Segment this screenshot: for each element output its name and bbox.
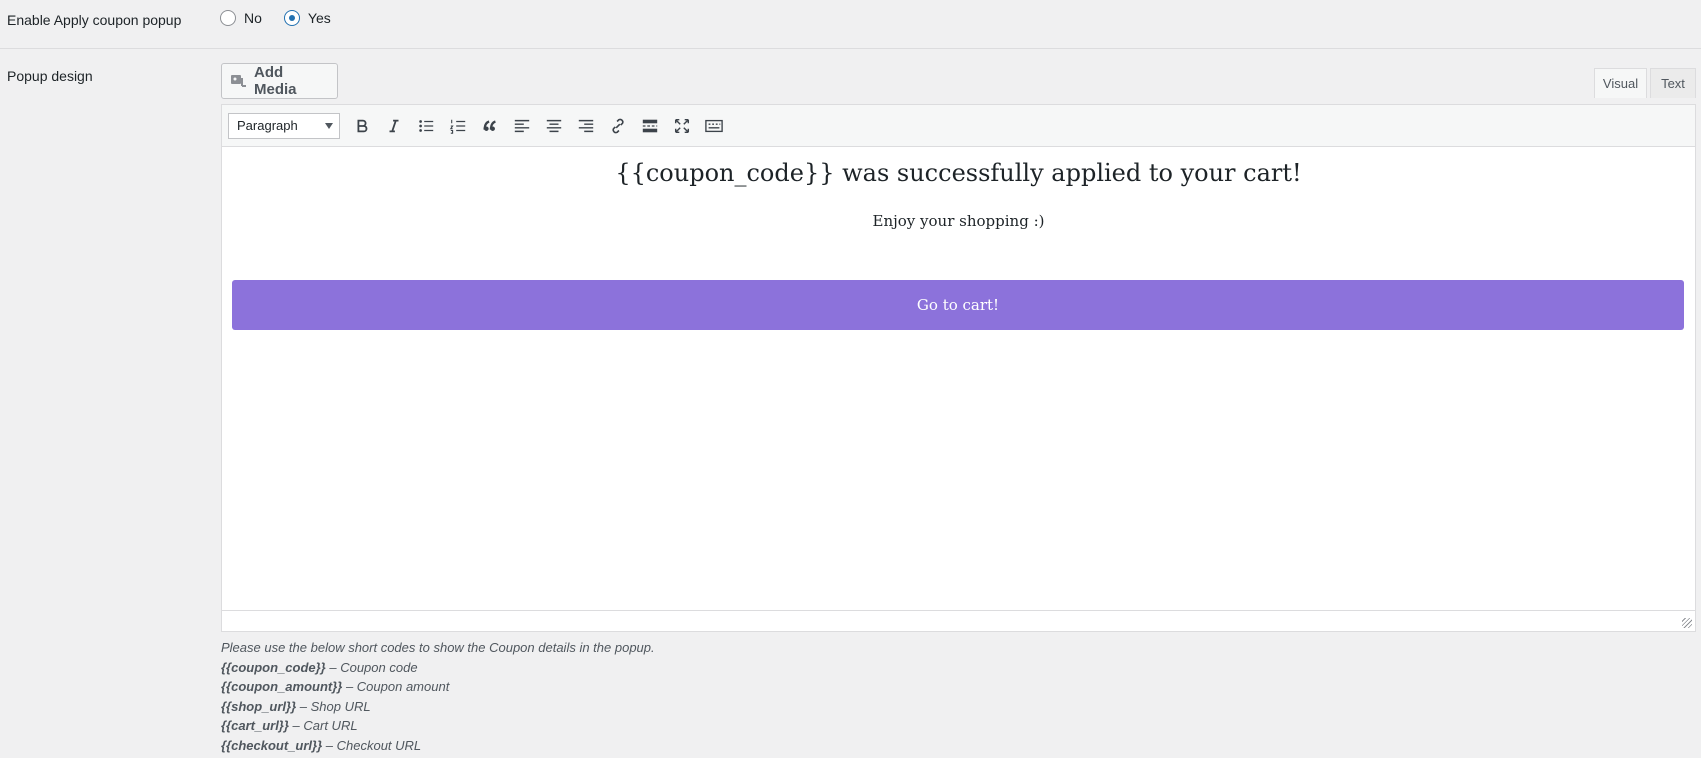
shortcode-desc: – Shop URL bbox=[296, 698, 371, 714]
italic-icon[interactable] bbox=[378, 111, 410, 141]
radio-yes-label: Yes bbox=[307, 10, 331, 26]
numbered-list-icon[interactable] bbox=[442, 111, 474, 141]
read-more-icon[interactable] bbox=[634, 111, 666, 141]
format-select[interactable]: Paragraph bbox=[228, 112, 340, 139]
enable-popup-row: Enable Apply coupon popup No Yes bbox=[0, 0, 1701, 49]
resize-handle-icon[interactable] bbox=[1682, 618, 1692, 628]
link-icon[interactable] bbox=[602, 111, 634, 141]
shortcode-code: {{cart_url}} bbox=[221, 718, 289, 733]
shortcode-item: {{coupon_code}} – Coupon code bbox=[221, 658, 655, 678]
radio-no-label: No bbox=[244, 10, 262, 26]
shortcode-item: {{checkout_url}} – Checkout URL bbox=[221, 736, 655, 756]
shortcode-item: {{shop_url}} – Shop URL bbox=[221, 697, 655, 717]
fullscreen-icon[interactable] bbox=[666, 111, 698, 141]
help-intro: Please use the below short codes to show… bbox=[221, 640, 655, 655]
enable-popup-label: Enable Apply coupon popup bbox=[7, 12, 182, 28]
enable-popup-radio-group: No Yes bbox=[220, 10, 353, 26]
shortcode-code: {{checkout_url}} bbox=[221, 737, 323, 753]
tab-text[interactable]: Text bbox=[1650, 68, 1696, 98]
shortcode-help: Please use the below short codes to show… bbox=[221, 638, 655, 755]
popup-editor: Paragraph {{coupon_code}} was successful… bbox=[221, 104, 1696, 632]
radio-option-no[interactable]: No bbox=[220, 10, 262, 26]
shortcode-code: {{coupon_amount}} bbox=[221, 679, 343, 694]
shortcode-item: {{coupon_amount}} – Coupon amount bbox=[221, 677, 655, 697]
chevron-down-icon bbox=[325, 122, 333, 129]
align-left-icon[interactable] bbox=[506, 111, 538, 141]
tab-visual[interactable]: Visual bbox=[1594, 68, 1647, 98]
shortcode-code: {{shop_url}} bbox=[221, 698, 297, 714]
media-icon bbox=[230, 72, 248, 91]
bullet-list-icon[interactable] bbox=[410, 111, 442, 141]
radio-option-yes[interactable]: Yes bbox=[283, 10, 331, 26]
format-select-value: Paragraph bbox=[237, 118, 298, 133]
align-center-icon[interactable] bbox=[538, 111, 570, 141]
shortcode-item: {{cart_url}} – Cart URL bbox=[221, 716, 655, 736]
add-media-button[interactable]: Add Media bbox=[221, 63, 338, 99]
add-media-label: Add Media bbox=[254, 64, 297, 98]
shortcode-code: {{coupon_code}} bbox=[221, 659, 326, 675]
shortcode-desc: – Coupon code bbox=[325, 659, 418, 675]
bold-icon[interactable] bbox=[346, 111, 378, 141]
editor-content[interactable]: {{coupon_code}} was successfully applied… bbox=[222, 147, 1695, 612]
shortcode-desc: – Coupon amount bbox=[342, 679, 450, 694]
editor-toolbar: Paragraph bbox=[222, 105, 1695, 147]
editor-statusbar bbox=[222, 610, 1695, 631]
blockquote-icon[interactable] bbox=[474, 111, 506, 141]
go-to-cart-button[interactable]: Go to cart! bbox=[232, 280, 1684, 330]
radio-no[interactable] bbox=[220, 10, 236, 26]
shortcode-desc: – Checkout URL bbox=[322, 737, 422, 753]
toolbar-toggle-icon[interactable] bbox=[698, 111, 730, 141]
popup-subtext: Enjoy your shopping :) bbox=[872, 212, 1045, 230]
shortcode-desc: – Cart URL bbox=[288, 718, 358, 733]
radio-yes[interactable] bbox=[283, 10, 300, 26]
popup-design-label: Popup design bbox=[7, 68, 93, 84]
popup-heading: {{coupon_code}} was successfully applied… bbox=[615, 159, 1302, 187]
align-right-icon[interactable] bbox=[570, 111, 602, 141]
